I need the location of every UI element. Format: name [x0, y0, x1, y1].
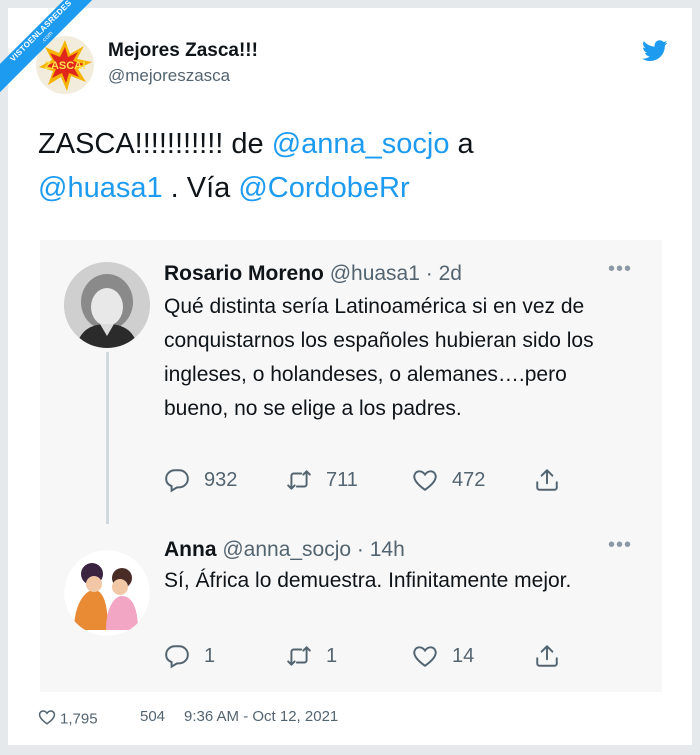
footer-retweet-count[interactable]: 504: [140, 708, 165, 725]
like-count: 14: [452, 644, 475, 667]
like-icon: [38, 710, 56, 725]
like-button[interactable]: 14: [412, 642, 474, 670]
tweet-text-part: . Vía: [162, 172, 239, 204]
author-display-name[interactable]: Mejores Zasca!!!: [108, 40, 258, 62]
more-icon[interactable]: •••: [608, 258, 632, 281]
reply-avatar[interactable]: [64, 550, 150, 636]
reply-icon: [165, 469, 189, 493]
footer-like-count: 1,795: [60, 710, 98, 728]
reply-tweet[interactable]: Anna @anna_socjo · 14h ••• Sí, África lo…: [40, 520, 662, 690]
share-button[interactable]: [534, 466, 560, 494]
share-icon: [536, 645, 558, 667]
retweet-icon: [287, 646, 311, 666]
reply-actions: 1 1 14: [164, 642, 564, 670]
reply-header: Anna @anna_socjo · 14h: [164, 538, 405, 562]
mention-huasa1[interactable]: @huasa1: [38, 172, 163, 204]
reply-author-handle[interactable]: @anna_socjo · 14h: [222, 538, 404, 561]
more-icon[interactable]: •••: [608, 534, 632, 557]
like-icon: [413, 470, 437, 491]
reply-author-name[interactable]: Anna: [164, 538, 217, 561]
like-button[interactable]: 472: [412, 466, 485, 494]
reply-icon: [165, 645, 189, 669]
reply-text: Sí, África lo demuestra. Infinitamente m…: [164, 569, 572, 592]
reply-count: 1: [204, 644, 216, 667]
twitter-bird-icon[interactable]: [642, 40, 668, 62]
watermark-text: VISTOENLASREDES: [8, 0, 74, 64]
reply-tweet[interactable]: Rosario Moreno @huasa1 · 2d ••• Qué dist…: [40, 240, 662, 524]
reply-author-handle[interactable]: @huasa1 · 2d: [330, 262, 462, 285]
reply-avatar[interactable]: [64, 262, 150, 348]
quoted-thread[interactable]: Rosario Moreno @huasa1 · 2d ••• Qué dist…: [40, 240, 662, 692]
tweet-header: ZASCA! Mejores Zasca!!! @mejoreszasca: [36, 36, 670, 96]
retweet-button[interactable]: 1: [286, 642, 337, 670]
reply-button[interactable]: 1: [164, 642, 215, 670]
mention-anna-socjo[interactable]: @anna_socjo: [272, 128, 450, 160]
tweet-timestamp[interactable]: 9:36 AM - Oct 12, 2021: [184, 708, 338, 725]
retweet-button[interactable]: 711: [286, 466, 358, 494]
reply-author-name[interactable]: Rosario Moreno: [164, 262, 324, 285]
thread-connector: [106, 352, 109, 524]
mention-cordoberr[interactable]: @CordobeRr: [238, 172, 409, 204]
tweet-text-part: a: [449, 128, 474, 160]
reply-header: Rosario Moreno @huasa1 · 2d: [164, 262, 462, 286]
share-icon: [536, 469, 558, 491]
reply-actions: 932 711 472: [164, 466, 564, 494]
like-icon: [413, 646, 437, 667]
share-button[interactable]: [534, 642, 560, 670]
author-handle[interactable]: @mejoreszasca: [108, 66, 230, 86]
tweet-text-part: ZASCA!!!!!!!!!!! de: [38, 128, 272, 160]
retweet-icon: [287, 470, 311, 490]
reply-text: Qué distinta sería Latinoamérica si en v…: [164, 295, 594, 420]
retweet-count: 1: [326, 644, 338, 667]
tweet-text: ZASCA!!!!!!!!!!! de @anna_socjo a @huasa…: [38, 122, 668, 210]
footer-likes[interactable]: 1,795: [38, 708, 98, 728]
reply-button[interactable]: 932: [164, 466, 237, 494]
like-count: 472: [452, 468, 486, 491]
reply-count: 932: [204, 468, 238, 491]
watermark-ribbon: VISTOENLASREDES .com: [0, 0, 120, 120]
retweet-count: 711: [326, 468, 358, 491]
